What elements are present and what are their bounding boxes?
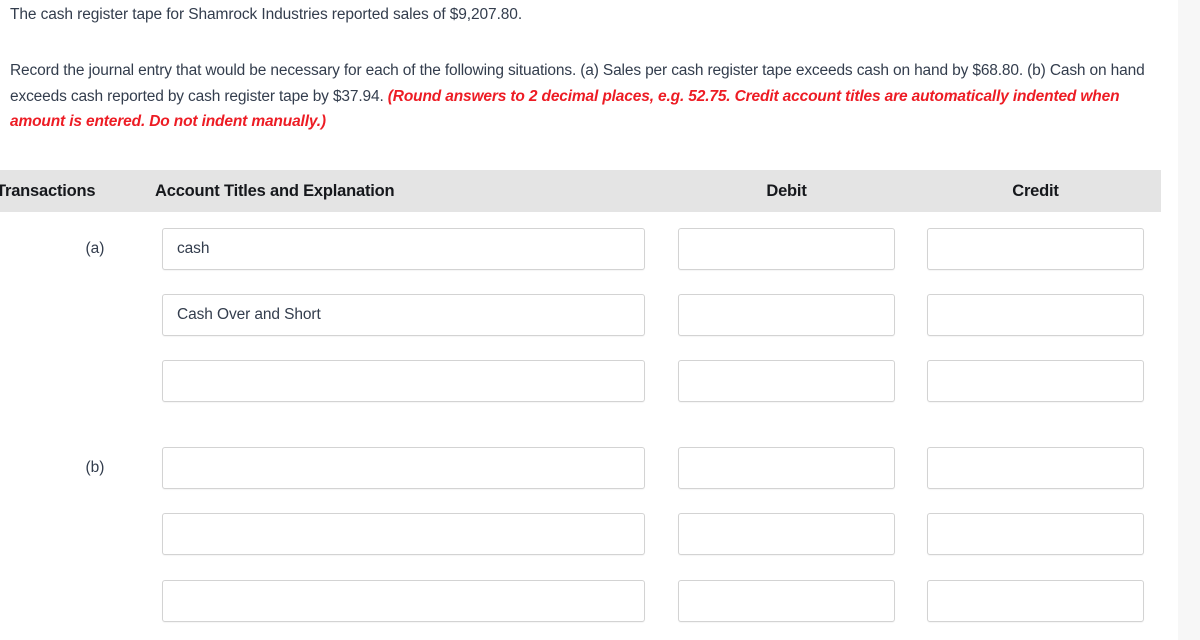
account-title-input[interactable] xyxy=(162,447,645,489)
transaction-label: (a) xyxy=(85,240,105,257)
question-body: Record the journal entry that would be n… xyxy=(10,58,1155,135)
question-intro: The cash register tape for Shamrock Indu… xyxy=(10,6,523,23)
debit-amount-input[interactable] xyxy=(678,513,895,555)
column-header-credit: Credit xyxy=(1012,182,1059,200)
credit-amount-input[interactable] xyxy=(927,513,1144,555)
table-row xyxy=(0,360,1161,402)
column-header-account-titles: Account Titles and Explanation xyxy=(155,182,395,200)
table-row xyxy=(0,580,1161,622)
transaction-label xyxy=(40,580,150,622)
account-title-input[interactable] xyxy=(162,513,645,555)
account-title-input[interactable] xyxy=(162,228,645,270)
debit-amount-input[interactable] xyxy=(678,228,895,270)
credit-amount-input[interactable] xyxy=(927,360,1144,402)
table-row xyxy=(0,294,1161,336)
account-title-input[interactable] xyxy=(162,294,645,336)
worksheet-page: The cash register tape for Shamrock Indu… xyxy=(0,0,1178,640)
debit-amount-input[interactable] xyxy=(678,294,895,336)
credit-amount-input[interactable] xyxy=(927,447,1144,489)
transaction-label xyxy=(40,360,150,402)
debit-amount-input[interactable] xyxy=(678,580,895,622)
debit-amount-input[interactable] xyxy=(678,447,895,489)
transaction-label xyxy=(40,294,150,336)
credit-amount-input[interactable] xyxy=(927,228,1144,270)
table-row: (b) xyxy=(0,447,1161,489)
debit-amount-input[interactable] xyxy=(678,360,895,402)
page-gutter xyxy=(1178,0,1200,640)
column-header-debit: Debit xyxy=(766,182,807,200)
account-title-input[interactable] xyxy=(162,360,645,402)
journal-table-header: Transactions Account Titles and Explanat… xyxy=(0,170,1161,212)
table-row: (a) xyxy=(0,228,1161,270)
column-header-transactions: Transactions xyxy=(0,182,96,200)
table-row xyxy=(0,513,1161,555)
credit-amount-input[interactable] xyxy=(927,580,1144,622)
transaction-label: (b) xyxy=(85,459,105,476)
account-title-input[interactable] xyxy=(162,580,645,622)
credit-amount-input[interactable] xyxy=(927,294,1144,336)
transaction-label xyxy=(40,513,150,555)
